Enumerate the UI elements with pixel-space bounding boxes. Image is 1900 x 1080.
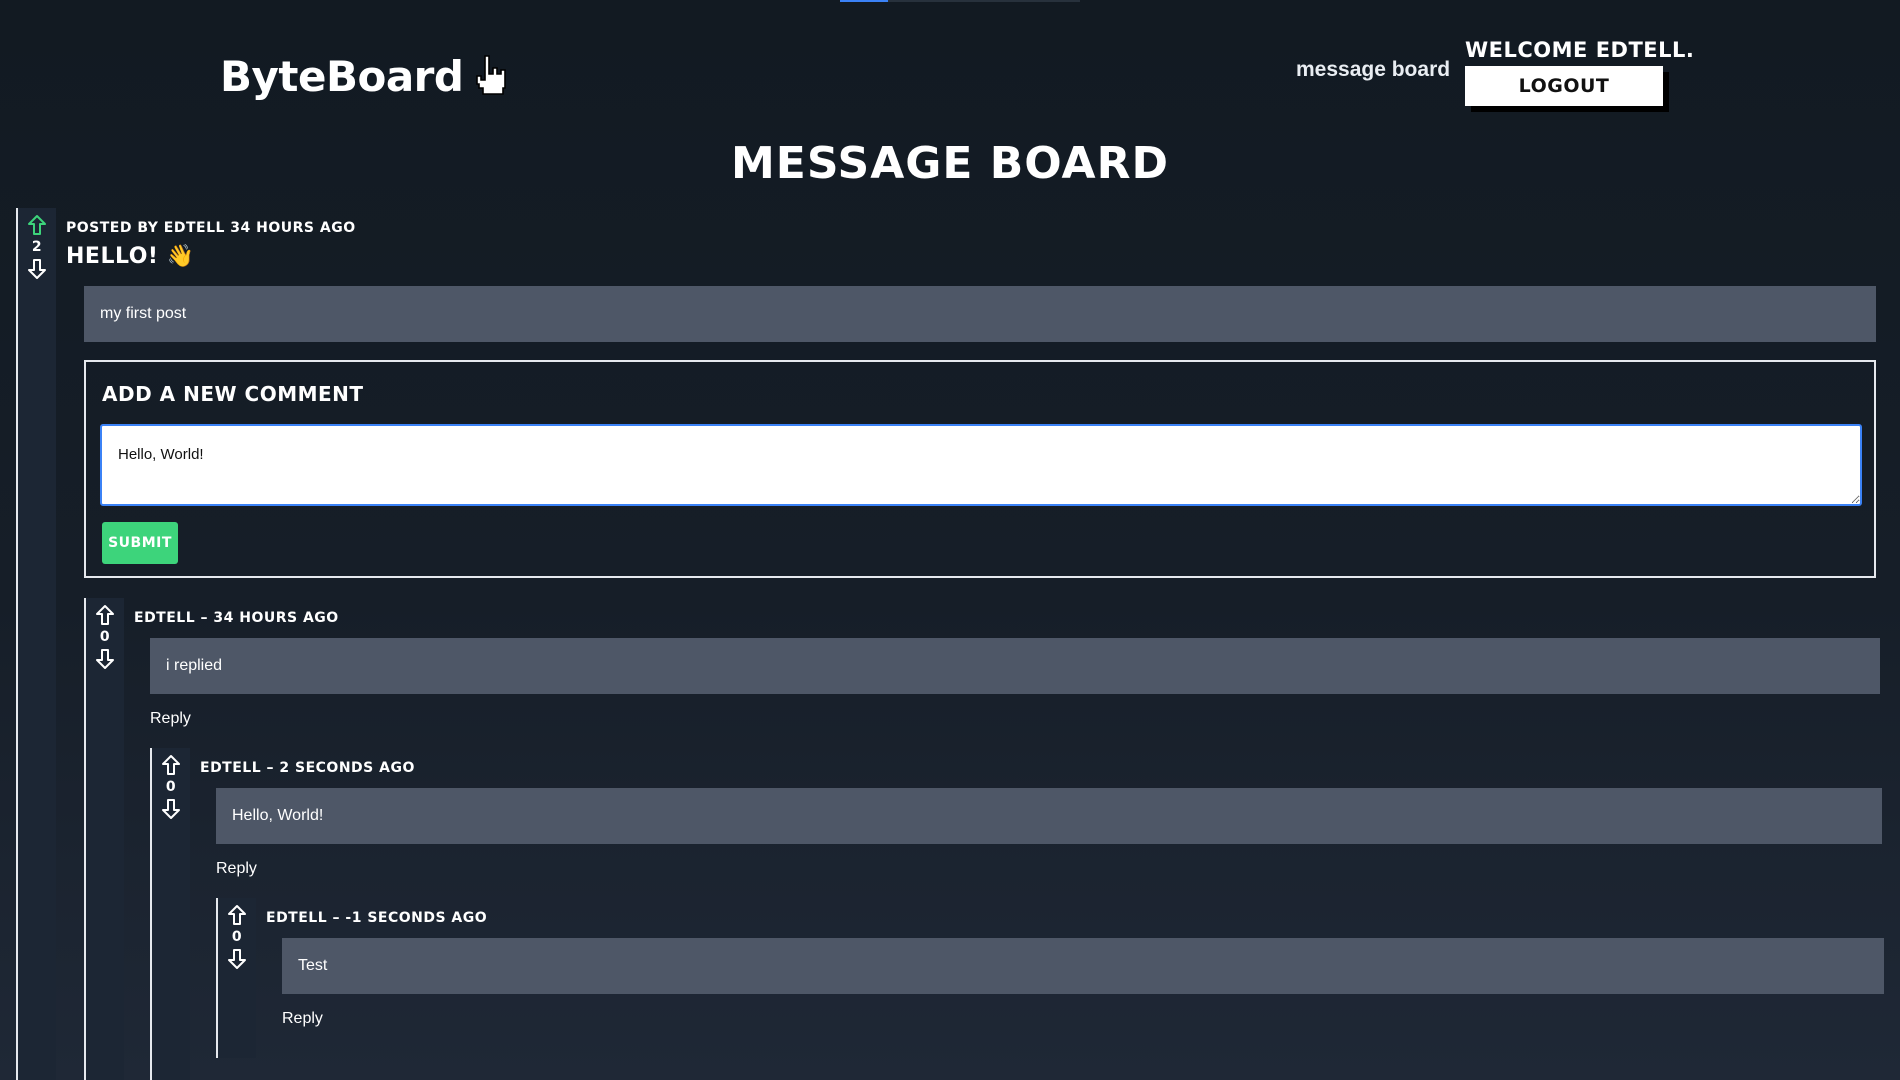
comment-meta: EDTELL – 34 HOURS AGO [134, 610, 339, 626]
upvote-arrow-icon[interactable] [95, 604, 115, 626]
upvote-arrow-icon[interactable] [227, 904, 247, 926]
reply-link[interactable]: Reply [216, 860, 257, 878]
logout-button[interactable]: LOGOUT [1465, 66, 1663, 106]
new-comment-form: ADD A NEW COMMENT Hello, World! SUBMIT [84, 360, 1876, 578]
comment-body: Test [282, 938, 1884, 994]
top-progress-active [840, 0, 888, 2]
post-title-text: HELLO! [66, 244, 159, 269]
submit-button[interactable]: SUBMIT [102, 522, 178, 564]
upvote-arrow-icon[interactable] [27, 214, 47, 236]
waving-hand-emoji: 👋 [166, 244, 195, 269]
top-progress-indicator [840, 0, 1080, 2]
post-vote-box: 2 [18, 208, 56, 280]
comment-vote-rail: 0 [86, 598, 124, 1080]
comment-body: Hello, World! [216, 788, 1882, 844]
comment-vote-count: 0 [99, 629, 111, 645]
upvote-arrow-icon[interactable] [161, 754, 181, 776]
downvote-arrow-icon[interactable] [95, 648, 115, 670]
reply-link[interactable]: Reply [150, 710, 191, 728]
comment-vote-count: 0 [231, 929, 243, 945]
comment-vote-rail: 0 [152, 748, 190, 1080]
downvote-arrow-icon[interactable] [27, 258, 47, 280]
post-thread: 2 POSTED BY EDTELL 34 HOURS AGO HELLO! 👋… [16, 208, 1884, 1080]
brand-logo[interactable]: ByteBoard [220, 52, 507, 101]
post-vote-rail: 2 [18, 208, 56, 1080]
comment-vote-box: 0 [218, 898, 256, 970]
downvote-arrow-icon[interactable] [227, 948, 247, 970]
comment-vote-box: 0 [152, 748, 190, 820]
reply-link[interactable]: Reply [282, 1010, 323, 1028]
comment-item: 0 EDTELL – -1 SECONDS AGO Test Reply [216, 898, 1884, 1058]
comment-body: i replied [150, 638, 1880, 694]
comment-vote-count: 0 [165, 779, 177, 795]
comment-input[interactable]: Hello, World! [100, 424, 1862, 506]
post-title: HELLO! 👋 [66, 244, 194, 269]
comment-vote-box: 0 [86, 598, 124, 670]
comment-vote-rail: 0 [218, 898, 256, 1058]
pointer-hand-icon [473, 54, 507, 100]
comment-meta: EDTELL – 2 SECONDS AGO [200, 760, 415, 776]
downvote-arrow-icon[interactable] [161, 798, 181, 820]
comment-item: 0 EDTELL – 2 SECONDS AGO Hello, World! R… [150, 748, 1884, 1080]
nav-message-board-link[interactable]: message board [1296, 58, 1450, 82]
post-vote-count: 2 [31, 239, 43, 255]
comment-form-title: ADD A NEW COMMENT [102, 382, 364, 406]
comment-meta: EDTELL – -1 SECONDS AGO [266, 910, 488, 926]
post-body: my first post [84, 286, 1876, 342]
page-title: MESSAGE BOARD [730, 138, 1169, 189]
comment-item: 0 EDTELL – 34 HOURS AGO i replied Reply … [84, 598, 1884, 1080]
brand-name: ByteBoard [220, 52, 464, 101]
welcome-text: WELCOME EDTELL. [1465, 38, 1695, 62]
post-meta: POSTED BY EDTELL 34 HOURS AGO [66, 220, 356, 236]
